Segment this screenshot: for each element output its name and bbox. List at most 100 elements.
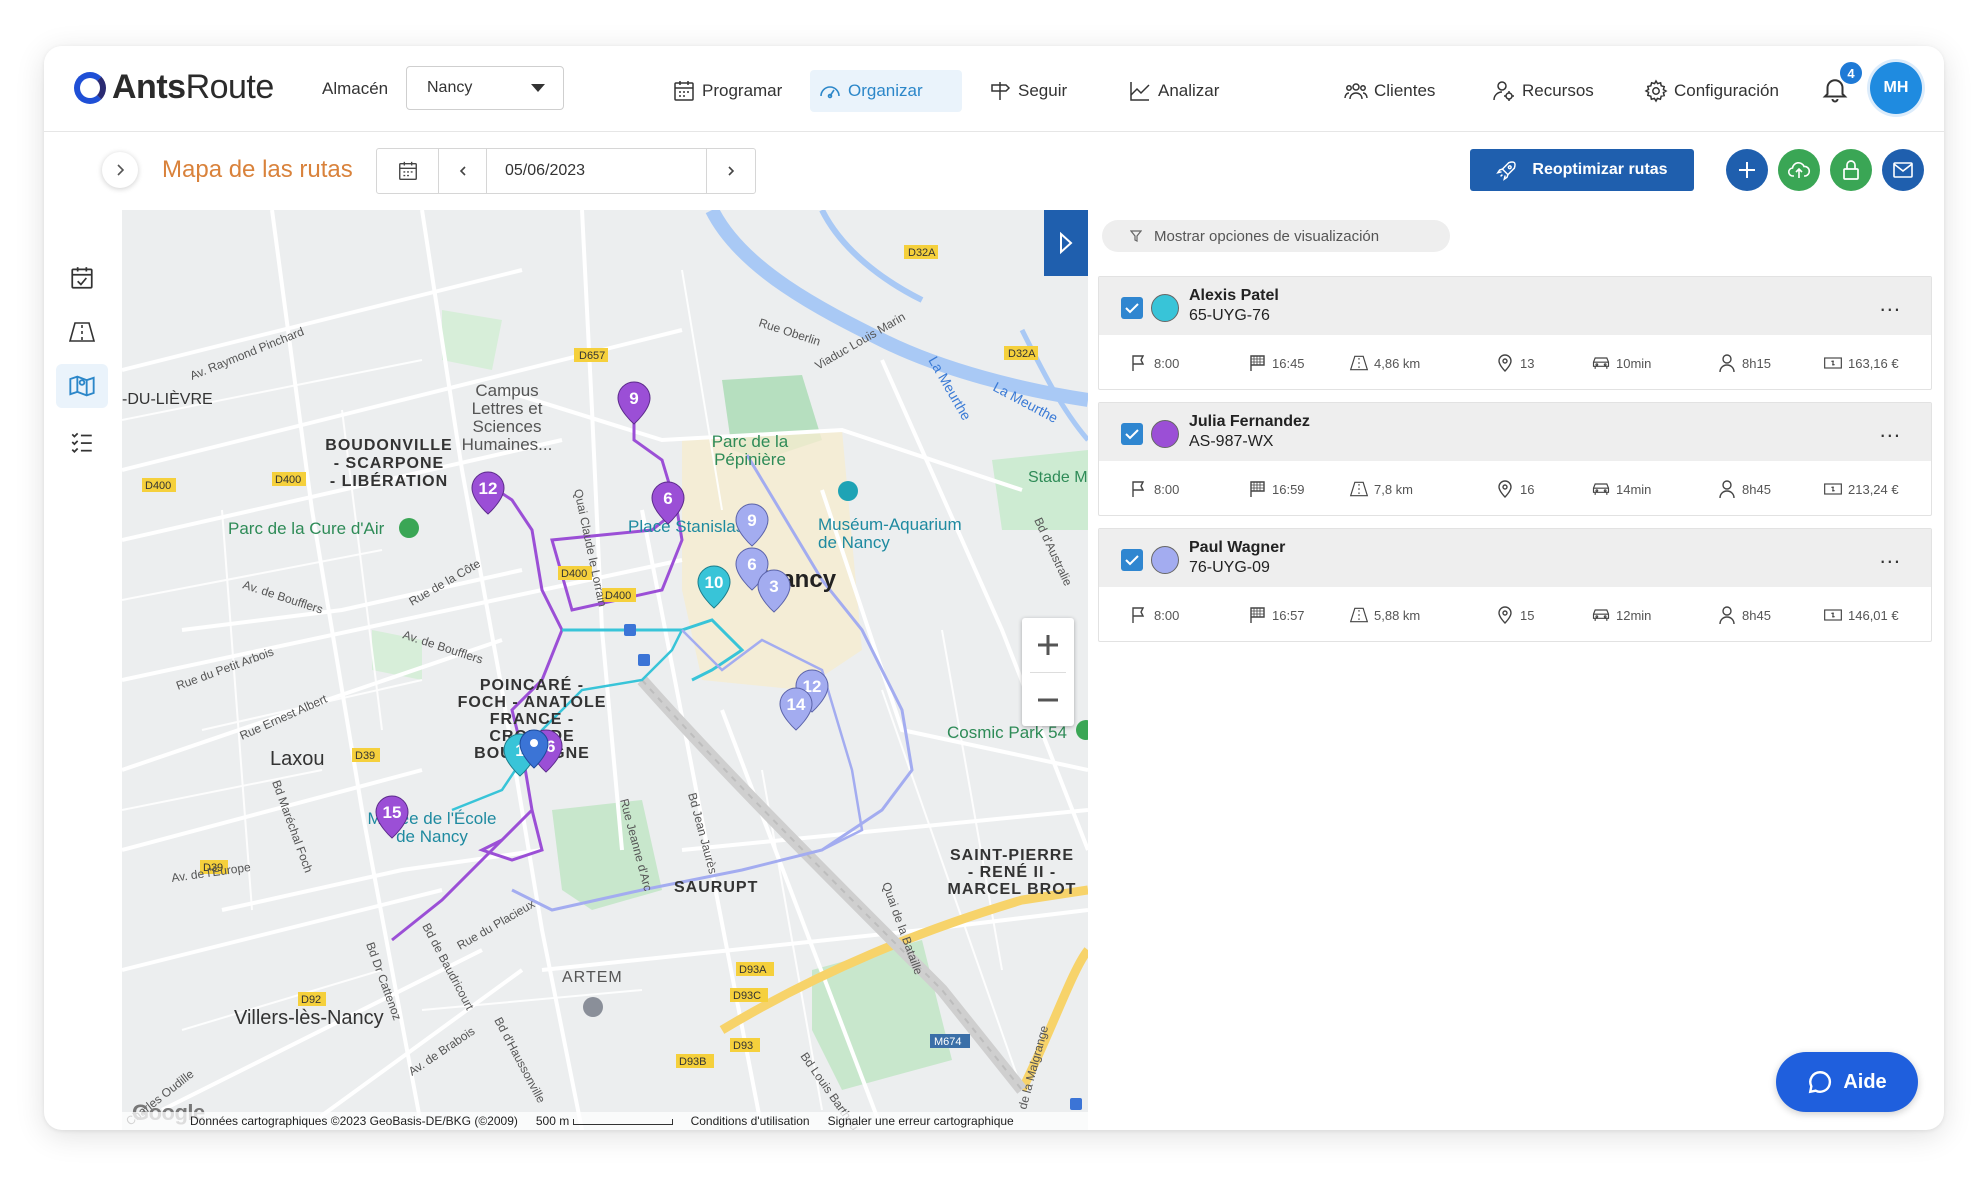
person-icon — [1719, 480, 1735, 499]
stat-drive-time: 14min — [1591, 479, 1717, 499]
map-pin-icon — [1498, 480, 1512, 498]
route-color-dot[interactable] — [1151, 294, 1179, 322]
nav-programar[interactable]: Programar — [664, 70, 790, 112]
filter-icon — [1130, 230, 1142, 242]
svg-text:10: 10 — [705, 573, 724, 592]
map-pin-icon — [1498, 354, 1512, 372]
date-input[interactable]: 05/06/2023 — [487, 149, 707, 193]
cloud-upload-button[interactable] — [1778, 149, 1820, 191]
zoom-controls — [1022, 618, 1074, 726]
road-shield-d92: D92 — [301, 994, 321, 1006]
stat-cost: 146,01 € — [1823, 605, 1899, 625]
route-card-header[interactable]: Alexis Patel 65-UYG-76 ... — [1099, 277, 1931, 335]
calendar-picker-button[interactable] — [377, 149, 439, 193]
route-color-dot[interactable] — [1151, 546, 1179, 574]
calendar-check-icon — [71, 267, 93, 289]
svg-text:6: 6 — [747, 555, 756, 574]
road-shield-d93b: D93B — [679, 1056, 707, 1068]
stat-distance: 7,8 km — [1349, 479, 1495, 499]
lock-icon — [1843, 160, 1859, 180]
map-label-du-lievre: -DU-LIÈVRE — [122, 389, 213, 408]
rail-planning[interactable] — [56, 256, 108, 300]
nav-label: Analizar — [1158, 81, 1220, 100]
rail-map[interactable] — [56, 364, 108, 408]
svg-text:9: 9 — [747, 511, 756, 530]
car-icon — [1592, 357, 1610, 369]
store-select[interactable]: Nancy — [406, 66, 564, 110]
reoptimize-routes-button[interactable]: Reoptimizar rutas — [1470, 149, 1694, 191]
nav-clientes[interactable]: Clientes — [1336, 70, 1443, 112]
zoom-in-button[interactable] — [1022, 618, 1074, 672]
cloud-upload-icon — [1787, 162, 1811, 178]
map-report-link[interactable]: Signaler une erreur cartographique — [828, 1114, 1014, 1128]
nav-seguir[interactable]: Seguir — [980, 70, 1075, 112]
calendar-icon — [398, 161, 417, 180]
email-button[interactable] — [1882, 149, 1924, 191]
map-terms-link[interactable]: Conditions d'utilisation — [691, 1114, 810, 1128]
finish-flag-icon — [1250, 481, 1265, 497]
sidebar-expand-button[interactable] — [102, 152, 138, 188]
stat-end: 16:59 — [1247, 479, 1349, 499]
avatar[interactable]: MH — [1870, 62, 1922, 114]
flag-icon — [1132, 481, 1145, 497]
calendar-icon — [674, 81, 694, 101]
route-card: Julia Fernandez AS-987-WX ... 8:00 16:59… — [1098, 402, 1932, 516]
nav-recursos[interactable]: Recursos — [1484, 70, 1602, 112]
lock-button[interactable] — [1830, 149, 1872, 191]
route-card-header[interactable]: Julia Fernandez AS-987-WX ... — [1099, 403, 1931, 461]
gear-icon — [1644, 79, 1668, 103]
stat-distance: 5,88 km — [1349, 605, 1495, 625]
previous-day-button[interactable] — [439, 149, 487, 193]
road-shield-d400: D400 — [275, 474, 301, 486]
road-icon — [1349, 481, 1369, 497]
road-shield-d32a: D32A — [1008, 348, 1036, 360]
nav-configuracion[interactable]: Configuración — [1636, 70, 1787, 112]
route-more-menu[interactable]: ... — [1880, 543, 1901, 569]
nav-label: Programar — [702, 81, 783, 100]
nav-label: Seguir — [1018, 81, 1068, 100]
map-scale: 500 m — [536, 1114, 673, 1128]
rail-roads[interactable] — [56, 310, 108, 354]
person-icon — [1719, 354, 1735, 373]
stat-work-time: 8h45 — [1717, 479, 1823, 499]
stat-stops: 15 — [1495, 605, 1591, 625]
route-stats: 8:00 16:59 7,8 km 16 14min 8h45 213,24 € — [1099, 461, 1931, 517]
rail-tasks[interactable] — [56, 420, 108, 464]
map-canvas: D657 D32A D32A D400 D400 D400 D400 D39 D… — [122, 210, 1088, 1130]
store-label: Almacén — [322, 79, 389, 98]
route-color-dot[interactable] — [1151, 420, 1179, 448]
route-checkbox[interactable] — [1121, 297, 1143, 319]
rocket-icon — [1496, 161, 1517, 181]
check-icon — [1125, 303, 1139, 314]
stat-stops: 16 — [1495, 479, 1591, 499]
road-icon — [68, 322, 96, 342]
stat-start: 8:00 — [1129, 353, 1247, 373]
next-day-button[interactable] — [707, 149, 755, 193]
help-chat-button[interactable]: Aide — [1776, 1052, 1918, 1112]
nav-analizar[interactable]: Analizar — [1120, 70, 1227, 112]
stat-distance: 4,86 km — [1349, 353, 1495, 373]
route-checkbox[interactable] — [1121, 549, 1143, 571]
signpost-icon — [991, 82, 1011, 100]
store-select-value: Nancy — [427, 79, 473, 96]
visualization-options-toggle[interactable]: Mostrar opciones de visualización — [1102, 220, 1450, 252]
road-shield-d93a: D93A — [739, 964, 767, 976]
vehicle-plate: 76-UYG-09 — [1189, 559, 1270, 576]
map-data-credit: Données cartographiques ©2023 GeoBasis-D… — [190, 1114, 518, 1128]
logo[interactable]: AntsRoute — [74, 68, 274, 107]
stat-end: 16:57 — [1247, 605, 1349, 625]
road-shield-d39: D39 — [355, 750, 375, 762]
collapse-panel-button[interactable] — [1044, 210, 1088, 276]
nav-organizar[interactable]: Organizar — [810, 70, 962, 112]
add-button[interactable] — [1726, 149, 1768, 191]
route-map[interactable]: D657 D32A D32A D400 D400 D400 D400 D39 D… — [122, 210, 1088, 1130]
route-more-menu[interactable]: ... — [1880, 417, 1901, 443]
zoom-out-button[interactable] — [1022, 673, 1074, 727]
map-label-stade: Stade M — [1028, 469, 1088, 486]
route-more-menu[interactable]: ... — [1880, 291, 1901, 317]
svg-text:14: 14 — [787, 695, 806, 714]
route-card-header[interactable]: Paul Wagner 76-UYG-09 ... — [1099, 529, 1931, 587]
road-shield-d93c: D93C — [733, 990, 761, 1002]
map-label-place-stanislas: Place Stanislas — [628, 517, 744, 536]
route-checkbox[interactable] — [1121, 423, 1143, 445]
